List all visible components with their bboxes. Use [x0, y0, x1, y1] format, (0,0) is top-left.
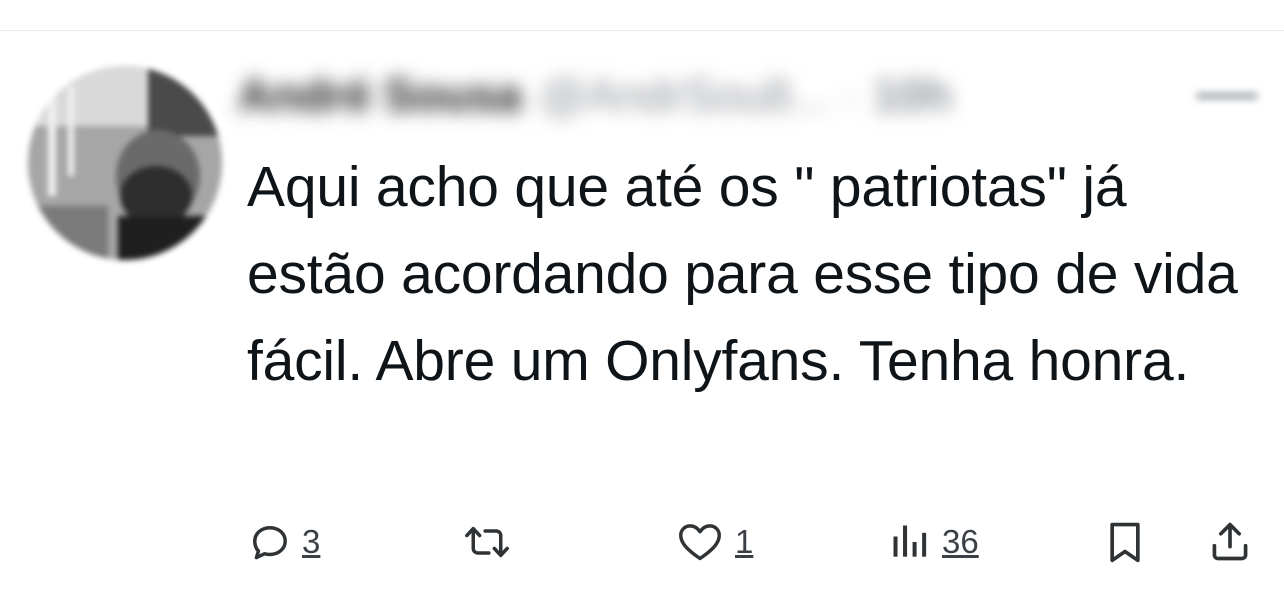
top-divider [0, 30, 1284, 31]
author-display-name[interactable]: André Sousa [238, 68, 522, 122]
heart-icon [679, 524, 721, 561]
more-options-icon[interactable] [1196, 90, 1258, 102]
reply-icon [253, 525, 287, 560]
tweet-actions-bar: 3 1 36 [0, 512, 1284, 572]
retweet-button[interactable] [458, 512, 516, 572]
like-button[interactable]: 1 [675, 512, 753, 572]
reply-count: 3 [302, 523, 321, 560]
avatar[interactable] [28, 66, 222, 260]
tweet-header: André Sousa @AndrSou8... · 10h [238, 62, 952, 128]
share-icon [1212, 522, 1248, 561]
tweet-text: Aqui acho que até os " patriotas" já est… [247, 155, 1238, 393]
retweet-icon [465, 526, 509, 558]
author-handle[interactable]: @AndrSou8... [540, 68, 830, 122]
share-button[interactable] [1208, 512, 1252, 572]
reply-button[interactable]: 3 [248, 512, 320, 572]
tweet-timestamp[interactable]: 10h [873, 68, 952, 122]
bookmark-icon [1110, 522, 1140, 563]
like-count: 1 [735, 523, 754, 560]
views-icon [893, 525, 927, 557]
header-separator: · [843, 69, 859, 121]
bookmark-button[interactable] [1103, 512, 1147, 572]
views-button[interactable]: 36 [888, 512, 979, 572]
views-count: 36 [942, 523, 979, 560]
